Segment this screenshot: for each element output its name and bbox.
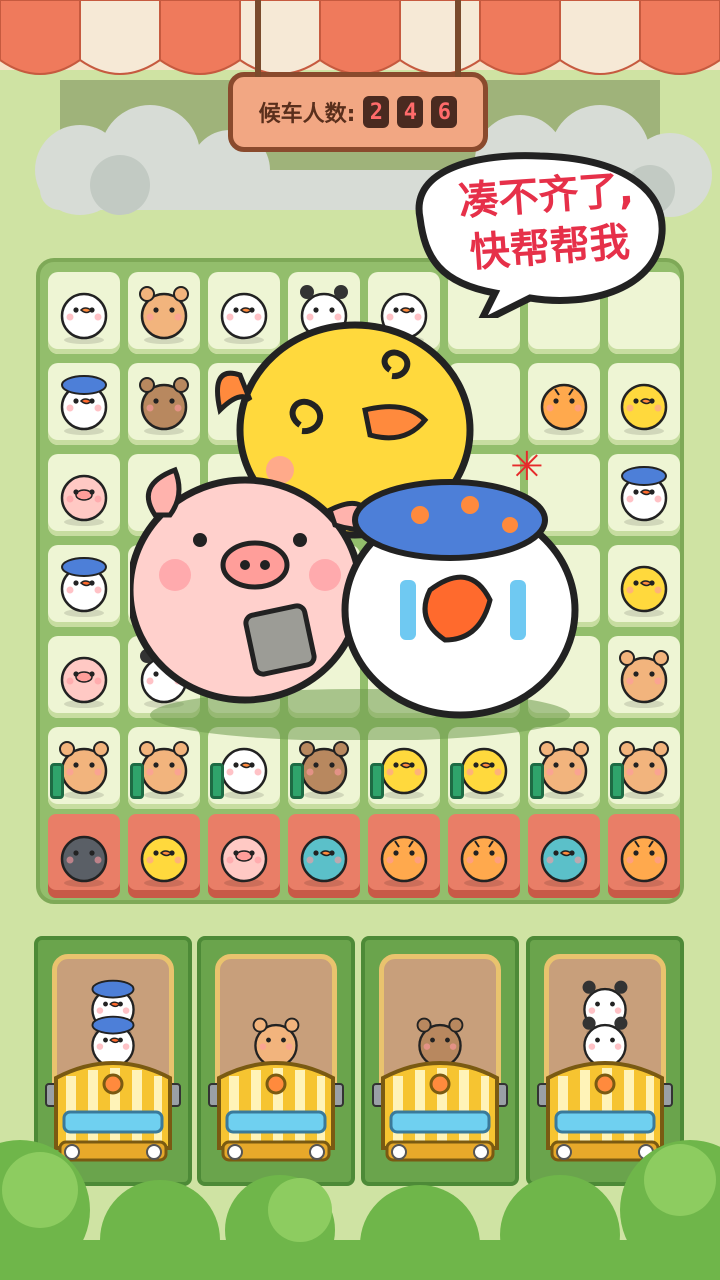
board-tile-duck-hat[interactable] [608, 454, 680, 536]
water-pump-icon [610, 763, 624, 799]
water-pump-icon [50, 763, 64, 799]
water-pump-icon [530, 763, 544, 799]
water-pump-icon [210, 763, 224, 799]
waiting-count-sign: 候车人数: 2 4 6 [228, 0, 488, 152]
speech-bubble: 凑不齐了, 快帮帮我 [400, 148, 670, 318]
foreground-bushes [0, 1140, 720, 1280]
waiting-seat-tiger[interactable] [448, 814, 520, 898]
waiting-seat-fish[interactable] [528, 814, 600, 898]
waiting-count-digit: 4 [397, 96, 424, 128]
sign-rope [255, 0, 261, 77]
waiting-seat-chick-yellow[interactable] [128, 814, 200, 898]
waiting-seat-pig[interactable] [208, 814, 280, 898]
water-pump-icon [130, 763, 144, 799]
water-pump-icon [290, 763, 304, 799]
waiting-seat-tiger[interactable] [368, 814, 440, 898]
waiting-count-digit: 2 [363, 96, 390, 128]
waiting-count-label: 候车人数: [258, 102, 356, 127]
board-tile-duck-hat[interactable] [48, 545, 120, 627]
waiting-seat-fish[interactable] [288, 814, 360, 898]
water-pump-icon [370, 763, 384, 799]
waiting-seat-tiger[interactable] [608, 814, 680, 898]
water-pump-icon [450, 763, 464, 799]
board-tile-chick-yellow[interactable] [608, 363, 680, 445]
anger-mark-icon: ✳ [510, 444, 544, 490]
board-tile-chick-white[interactable] [48, 272, 120, 354]
waiting-count-digit: 6 [431, 96, 458, 128]
board-tile-hamster[interactable] [608, 636, 680, 718]
board-tile-pig[interactable] [48, 636, 120, 718]
big-characters-illustration: ✳ [130, 321, 579, 740]
sign-rope [455, 0, 461, 77]
board-tile-pig[interactable] [48, 454, 120, 536]
waiting-seat-husky[interactable] [48, 814, 120, 898]
board-tile-duck-hat[interactable] [48, 363, 120, 445]
crying-duck-character [341, 479, 579, 719]
board-tile-chick-yellow[interactable] [608, 545, 680, 627]
